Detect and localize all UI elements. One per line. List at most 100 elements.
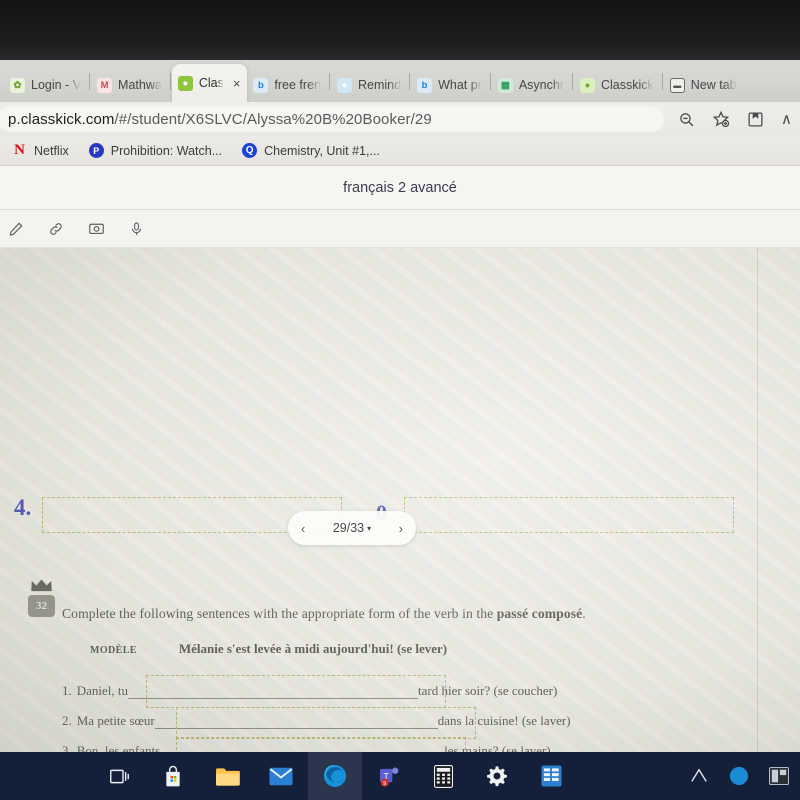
modele-example: MODÈLE Mélanie s'est levée à midi aujourd… [90,641,447,657]
exercise-number-badge: 32 [28,595,55,617]
quizlet-icon: Q [242,143,258,158]
browser-tab-mathway[interactable]: M Mathwa [91,68,169,102]
window-icon[interactable] [764,752,794,800]
leaf-icon: ✿ [10,77,25,93]
browser-tab-new-tab[interactable]: ▬ New tab [664,68,744,102]
item-number: 2. [62,713,72,728]
url-text: p.classkick.com [8,110,115,128]
item-number: 1. [62,683,72,698]
app-icon[interactable] [724,752,754,800]
browser-tab-free-french[interactable]: b free fren [247,68,328,102]
bookmark-label: Prohibition: Watch... [110,143,223,158]
file-explorer-icon[interactable] [200,752,254,800]
tab-divider [169,72,171,90]
answer-box[interactable] [176,707,476,739]
remind-icon: ● [336,77,352,93]
page-edge [757,248,758,752]
assignment-title: français 2 avancé [343,179,457,196]
microsoft-store-icon[interactable] [146,752,200,800]
classkick-icon: ● [177,75,193,91]
item-prefix: Ma petite sœur [76,713,155,728]
modele-text: Mélanie s'est levée à midi aujourd'hui! … [178,641,448,656]
annotation-toolbar [0,210,800,248]
onedrive-icon[interactable] [684,752,714,800]
bitly-icon: b [417,77,433,93]
exercise-32-instruction: Complete the following sentences with th… [62,606,682,622]
tab-label: Asynchr [518,78,564,92]
link-icon[interactable] [48,221,64,237]
page-number-label: 29/33 [332,521,365,535]
bookmark-label: Netflix [34,143,69,158]
item-prefix: Bon, les enfants [76,743,161,752]
profile-icon[interactable]: ∧ [781,110,792,128]
add-favorite-icon[interactable] [712,110,730,128]
screen-photo: ✿ Login - V M Mathwa ● Clas × b free fre… [0,0,800,800]
browser-tab-asynchronous[interactable]: ▦ Asynchr [492,68,571,102]
browser-tab-what-pr[interactable]: b What pr [411,68,489,102]
netflix-icon: N [14,143,25,158]
assignment-header: français 2 avancé [0,166,800,210]
camera-icon[interactable] [88,220,105,237]
mail-icon[interactable] [254,752,308,800]
url-path: /#/student/X6SLVC/Alyssa%20B%20Booker/29 [114,110,432,128]
tab-label: Remind [357,78,402,92]
settings-icon[interactable] [470,752,524,800]
tab-divider [409,72,411,90]
bookmark-chemistry[interactable]: Q Chemistry, Unit #1,... [242,143,380,158]
browser-tab-login[interactable]: ✿ Login - V [4,68,88,102]
taskbar-items: T 9 [0,752,578,800]
worksheet-canvas[interactable]: 4. 0 ‹ 29/33 ▾ › [0,248,800,752]
asynch-icon: ▦ [497,77,513,93]
zoom-out-icon[interactable] [678,111,695,128]
classkick-app: français 2 avancé 4. ‹ 29/33 ▾ › 32 Comp… [0,166,800,752]
browser-tab-classkick[interactable]: ● Classkick [574,68,661,102]
browser-tab-classkick-active[interactable]: ● Clas × [171,64,248,102]
page-number-dropdown[interactable]: 29/33 ▾ [333,521,371,535]
newtab-icon: ▬ [669,77,685,93]
browser-tab-strip: ✿ Login - V M Mathwa ● Clas × b free fre… [0,60,800,102]
tab-divider [661,72,663,90]
collections-icon[interactable] [747,111,764,128]
answer-box[interactable] [146,675,446,708]
close-icon[interactable]: × [233,76,241,91]
next-page-button[interactable]: › [399,521,403,536]
pen-icon[interactable] [8,221,24,237]
calculator-icon[interactable] [416,752,470,800]
tab-label: New tab [690,78,737,92]
microphone-icon[interactable] [129,221,144,237]
system-tray [684,752,800,800]
windows-taskbar: T 9 [0,752,800,800]
classkick-icon: ● [579,77,595,93]
handwritten-answer-4: 4. [14,495,32,520]
browser-tab-remind[interactable]: ● Remind [331,68,408,102]
answer-box[interactable] [176,737,466,752]
answer-box[interactable] [404,497,734,533]
bookmarks-bar: N Netflix P Prohibition: Watch... Q Chem… [0,136,800,166]
previous-page-button[interactable]: ‹ [301,521,305,536]
page-navigator[interactable]: ‹ 29/33 ▾ › [288,511,416,545]
bookmark-prohibition[interactable]: P Prohibition: Watch... [88,143,223,158]
bitly-icon: b [253,77,269,93]
tab-label: Classkick [600,78,654,92]
crown-icon [30,579,53,592]
tab-label: Login - V [31,78,82,92]
address-bar-icons: ∧ [664,110,800,128]
url-input[interactable]: p.classkick.com/#/student/X6SLVC/Alyssa%… [0,106,665,132]
instruction-text: Complete the following sentences with th… [62,606,497,621]
svg-text:9: 9 [383,781,386,787]
monitor-bezel [0,0,800,60]
tab-divider [489,72,491,90]
tab-label: What pr [438,78,482,92]
item-number: 3. [62,743,72,752]
address-bar-row: p.classkick.com/#/student/X6SLVC/Alyssa%… [0,102,800,136]
task-view-icon[interactable] [92,752,146,800]
tab-divider [328,72,330,90]
excel-icon[interactable] [524,752,578,800]
bookmark-netflix[interactable]: N Netflix [12,143,69,158]
microsoft-edge-icon[interactable] [308,752,362,800]
pbs-icon: P [88,143,104,158]
modele-label: MODÈLE [90,645,137,656]
item-prefix: Daniel, tu [76,683,129,698]
microsoft-teams-icon[interactable]: T 9 [362,752,416,800]
mathway-icon: M [97,77,113,93]
